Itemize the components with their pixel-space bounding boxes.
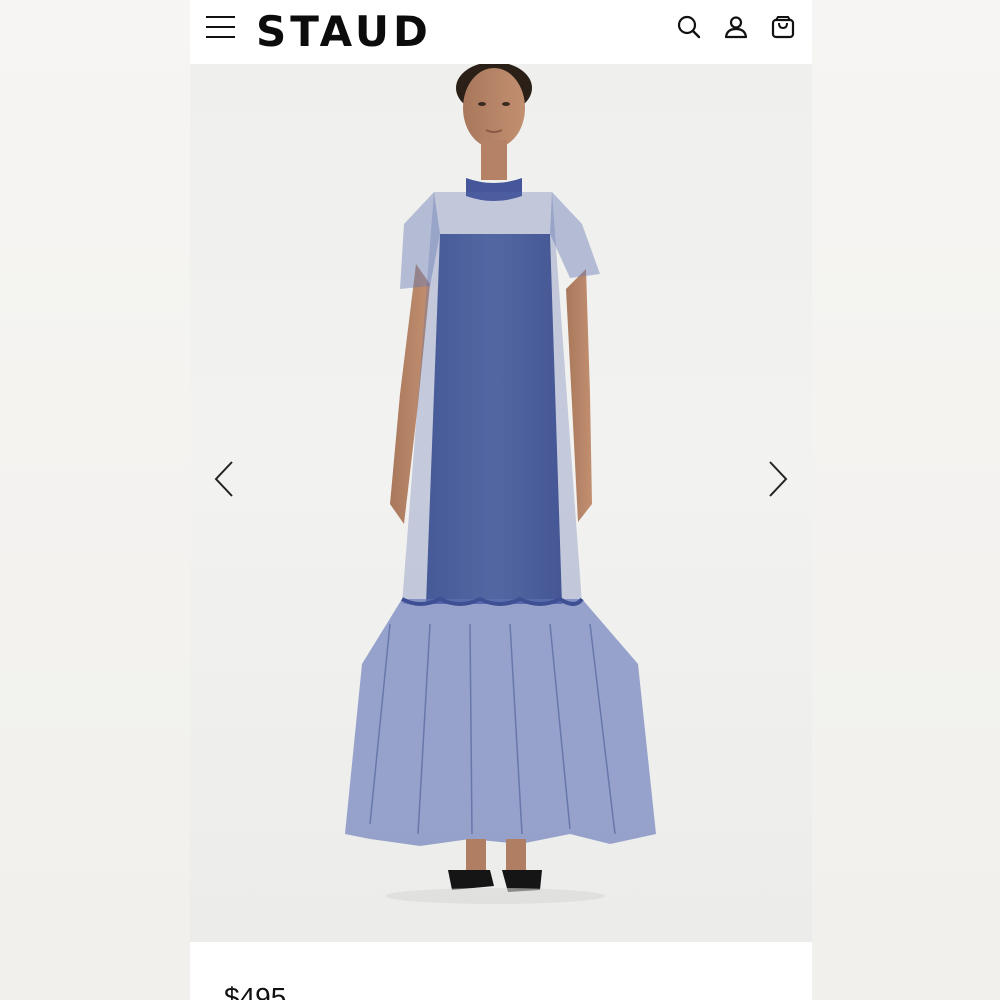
- mobile-page: STAUD $495: [190, 0, 812, 1000]
- chevron-right-icon: [769, 461, 788, 497]
- product-info: $495: [190, 942, 812, 1000]
- menu-icon[interactable]: [206, 14, 236, 40]
- brand-logo[interactable]: STAUD: [256, 6, 432, 58]
- shopping-bag-icon[interactable]: [770, 14, 796, 40]
- blurred-background-left: [0, 0, 190, 1000]
- search-icon[interactable]: [676, 14, 702, 40]
- next-image-button[interactable]: [764, 459, 794, 499]
- chevron-left-icon: [214, 461, 233, 497]
- account-icon[interactable]: [723, 14, 749, 40]
- previous-image-button[interactable]: [208, 459, 238, 499]
- product-price: $495: [224, 982, 287, 1000]
- site-header: STAUD: [190, 0, 812, 64]
- product-image: [345, 64, 656, 904]
- product-image-gallery[interactable]: [190, 64, 812, 942]
- blurred-background-right: [812, 0, 1000, 1000]
